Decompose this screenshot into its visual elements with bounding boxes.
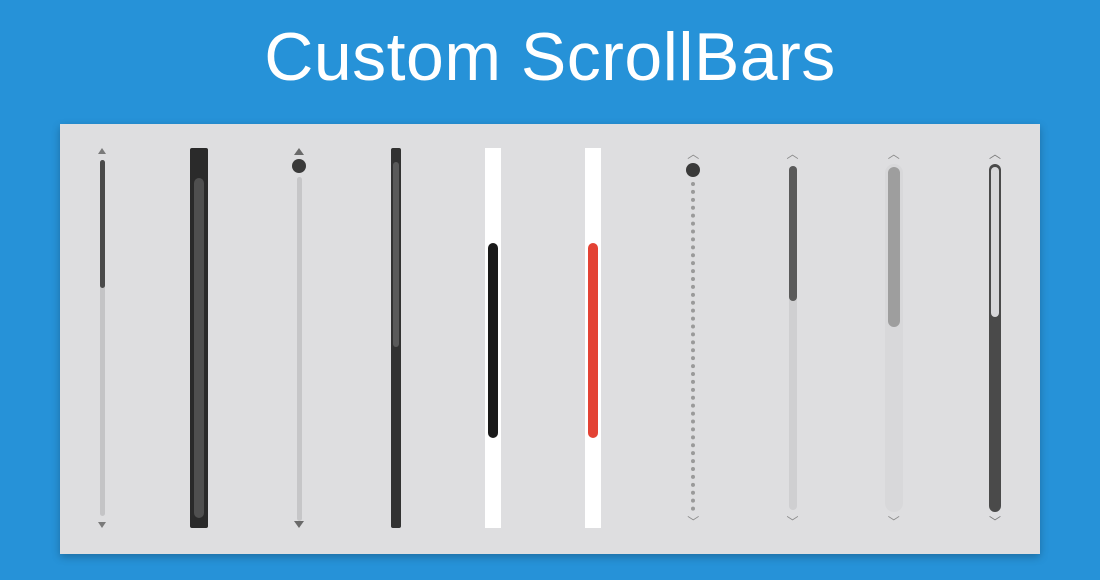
scrollbar-track[interactable] xyxy=(190,148,208,528)
chevron-up-icon[interactable]: ︿ xyxy=(888,148,900,160)
scrollbar-track[interactable] xyxy=(691,182,695,511)
scrollbar-thumb[interactable] xyxy=(991,167,999,317)
chevron-up-icon[interactable]: ︿ xyxy=(989,148,1001,160)
arrow-down-icon[interactable] xyxy=(294,521,304,528)
page-title: Custom ScrollBars xyxy=(0,0,1100,96)
scrollbar-dotted-chevron[interactable]: ︿ ﹀ xyxy=(685,148,701,528)
scrollbar-thin-arrows[interactable] xyxy=(98,148,106,528)
scrollbar-track[interactable] xyxy=(100,160,105,516)
chevron-up-icon[interactable]: ︿ xyxy=(787,148,799,160)
scrollbar-thumb[interactable] xyxy=(100,160,105,288)
scrollbar-knob[interactable] xyxy=(686,163,700,177)
scrollbar-knob[interactable] xyxy=(292,159,306,173)
chevron-up-icon[interactable]: ︿ xyxy=(687,148,699,160)
scrollbar-track[interactable] xyxy=(885,164,903,512)
scrollbar-thumb[interactable] xyxy=(488,243,498,438)
arrow-down-icon[interactable] xyxy=(98,522,106,528)
chevron-down-icon[interactable]: ﹀ xyxy=(787,516,799,528)
scrollbar-track[interactable] xyxy=(485,148,501,528)
scrollbar-wide-light-chevron[interactable]: ︿ ﹀ xyxy=(884,148,904,528)
scrollbar-light-chevron[interactable]: ︿ ﹀ xyxy=(786,148,800,528)
scrollbar-white-black[interactable] xyxy=(485,148,501,528)
arrow-up-icon[interactable] xyxy=(98,148,106,154)
scrollbar-dark-chevron[interactable]: ︿ ﹀ xyxy=(988,148,1002,528)
scrollbar-thumb[interactable] xyxy=(393,162,399,347)
scrollbar-track[interactable] xyxy=(585,148,601,528)
chevron-down-icon[interactable]: ﹀ xyxy=(989,516,1001,528)
scrollbar-demo-panel: ︿ ﹀ ︿ ﹀ ︿ ﹀ ︿ ﹀ xyxy=(60,124,1040,554)
scrollbar-white-red[interactable] xyxy=(585,148,601,528)
scrollbar-narrow-dark[interactable] xyxy=(391,148,401,528)
scrollbar-thumb[interactable] xyxy=(194,178,204,518)
scrollbar-thin-arrows-knob[interactable] xyxy=(292,148,306,528)
arrow-up-icon[interactable] xyxy=(294,148,304,155)
scrollbar-thumb[interactable] xyxy=(789,166,797,301)
scrollbar-thumb[interactable] xyxy=(888,167,900,327)
chevron-down-icon[interactable]: ﹀ xyxy=(687,516,699,528)
scrollbar-thumb[interactable] xyxy=(588,243,598,438)
scrollbar-track[interactable] xyxy=(297,177,302,521)
scrollbar-wide-dark[interactable] xyxy=(190,148,208,528)
scrollbar-track[interactable] xyxy=(789,166,797,510)
scrollbar-track[interactable] xyxy=(391,148,401,528)
chevron-down-icon[interactable]: ﹀ xyxy=(888,516,900,528)
scrollbar-track[interactable] xyxy=(989,164,1001,512)
